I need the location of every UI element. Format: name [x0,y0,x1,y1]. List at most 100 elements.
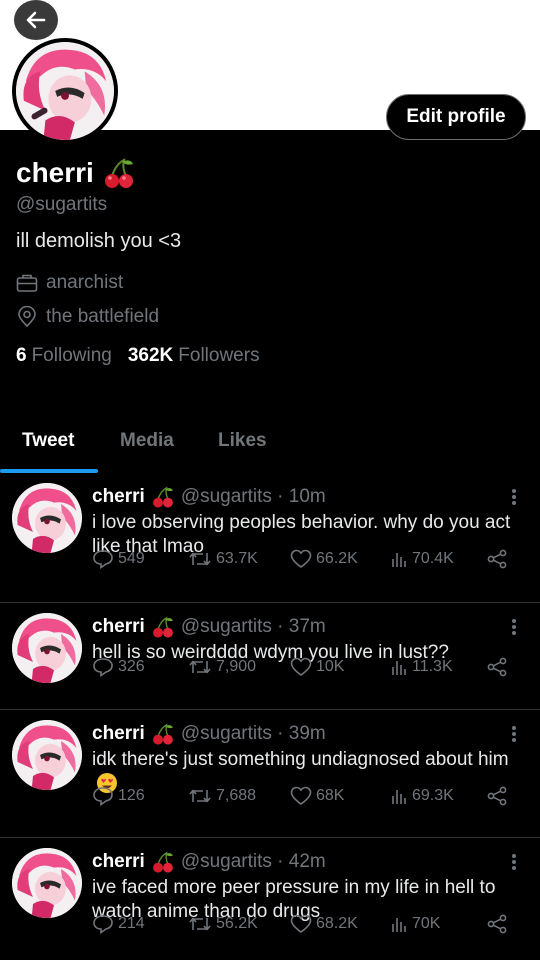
more-options-icon[interactable] [512,852,518,872]
tweet-item[interactable]: cherri @sugartits · 37m hell is so weird… [0,603,540,710]
tweet-header: cherri @sugartits · 42m [92,850,326,874]
retweet-icon [189,789,211,803]
share-button[interactable] [486,786,508,806]
tweet-text: idk there's just something undiagnosed a… [92,749,509,770]
views-icon [392,661,406,675]
views-button[interactable]: 70K [390,915,440,933]
heart-icon [290,914,312,933]
share-icon [487,657,507,677]
like-button[interactable]: 10K [290,657,344,677]
profile-avatar[interactable] [12,38,118,144]
views-count: 70.4K [412,550,454,567]
profile-handle: @sugartits [16,194,108,215]
reply-button[interactable]: 214 [92,914,145,934]
more-options-icon[interactable] [512,617,518,637]
profile-work: anarchist [16,272,123,294]
profile-location-label: the battlefield [46,306,160,327]
reply-icon [93,550,113,569]
more-options-icon[interactable] [512,487,518,507]
reply-count: 126 [118,787,145,804]
tab-media[interactable]: Media [120,430,174,452]
retweet-count: 56.2K [216,915,258,932]
back-button[interactable] [14,0,58,40]
reply-button[interactable]: 549 [92,549,145,569]
following-label: Following [31,345,112,366]
profile-name-row: cherri [16,156,136,190]
reply-count: 549 [118,550,145,567]
profile-name: cherri [16,157,94,188]
retweet-count: 7,900 [216,658,257,675]
tweet-avatar[interactable] [12,720,82,790]
location-pin-icon [18,306,36,328]
cherry-emoji-icon [152,486,173,508]
cherry-emoji-icon [152,616,173,638]
cherry-emoji-icon [104,158,133,188]
following-link[interactable]: 6 Following [16,345,112,367]
retweet-count: 63.7K [216,550,258,567]
views-count: 69.3K [412,787,454,804]
reply-count: 214 [118,915,145,932]
tweet-avatar[interactable] [12,483,82,553]
briefcase-icon [16,274,38,292]
retweet-icon [189,552,211,566]
views-button[interactable]: 69.3K [390,787,454,805]
profile-work-label: anarchist [46,272,124,293]
share-button[interactable] [486,549,508,569]
like-button[interactable]: 68K [290,786,344,806]
tweet-item[interactable]: cherri @sugartits · 42m ive faced more p… [0,838,540,960]
views-button[interactable]: 70.4K [390,550,454,568]
reply-button[interactable]: 326 [92,657,145,677]
retweet-button[interactable]: 63.7K [188,550,258,568]
followers-count: 362K [127,345,174,366]
tweet-avatar[interactable] [12,613,82,683]
retweet-button[interactable]: 7,900 [188,658,256,676]
followers-link[interactable]: 362K Followers [128,345,260,367]
tweet-author-name: cherri [92,851,145,872]
views-icon [392,790,406,804]
retweet-button[interactable]: 7,688 [188,787,256,805]
tab-tweet[interactable]: Tweet [22,430,74,452]
retweet-count: 7,688 [216,787,257,804]
tweet-handle-time: @sugartits · 37m [180,616,326,637]
share-icon [487,914,507,934]
following-count: 6 [16,345,27,366]
tweet-handle-time: @sugartits · 42m [180,851,326,872]
retweet-button[interactable]: 56.2K [188,915,258,933]
tweet-item[interactable]: cherri @sugartits · 10m i love observing… [0,473,540,603]
more-options-icon[interactable] [512,724,518,744]
retweet-icon [189,917,211,931]
follow-stats: 6 Following 362K Followers [16,345,260,367]
cherry-emoji-icon [152,723,173,745]
tweet-handle-time: @sugartits · 10m [180,486,326,507]
reply-icon [93,915,113,934]
tweet-author-name: cherri [92,723,145,744]
share-icon [487,549,507,569]
like-button[interactable]: 66.2K [290,549,358,569]
share-button[interactable] [486,657,508,677]
profile-bio: ill demolish you <3 [16,230,182,252]
tweet-author-name: cherri [92,486,145,507]
views-button[interactable]: 11.3K [390,658,453,676]
reply-count: 326 [118,658,145,675]
retweet-icon [189,660,211,674]
edit-profile-button[interactable]: Edit profile [386,94,526,140]
views-count: 70K [412,915,441,932]
like-button[interactable]: 68.2K [290,914,358,934]
reply-button[interactable]: 126 [92,786,145,806]
cherry-emoji-icon [152,851,173,873]
tweet-header: cherri @sugartits · 10m [92,485,326,509]
tweet-avatar[interactable] [12,848,82,918]
profile-tabs: Tweet Media Likes [0,420,540,473]
like-count: 66.2K [316,550,358,567]
views-count: 11.3K [412,658,453,675]
heart-icon [290,657,312,676]
reply-icon [93,787,113,806]
followers-label: Followers [178,345,260,366]
views-icon [392,918,406,932]
like-count: 68K [316,787,345,804]
tweet-item[interactable]: cherri @sugartits · 39m idk there's just… [0,710,540,838]
like-count: 68.2K [316,915,358,932]
tab-likes[interactable]: Likes [218,430,267,452]
share-button[interactable] [486,914,508,934]
heart-icon [290,786,312,805]
